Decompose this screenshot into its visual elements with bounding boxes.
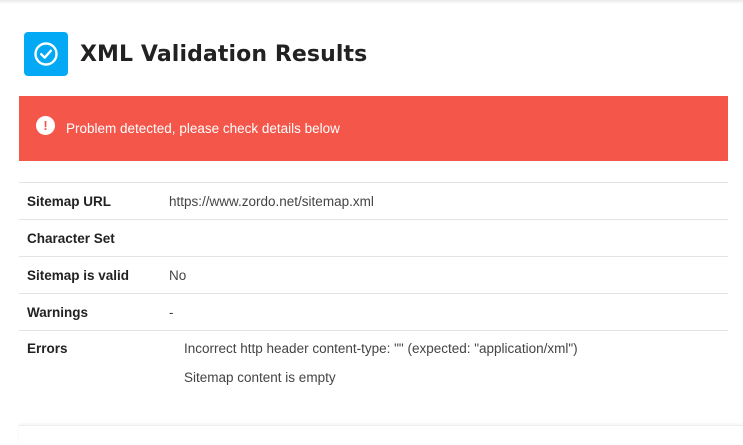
table-row: Character Set xyxy=(19,219,728,257)
table-row: Errors Incorrect http header content-typ… xyxy=(19,330,728,401)
errors-label: Errors xyxy=(19,330,169,401)
error-item: Sitemap content is empty xyxy=(184,370,336,385)
results-table: Sitemap URL https://www.zordo.net/sitema… xyxy=(19,182,728,401)
table-row: Sitemap is valid No xyxy=(19,256,728,294)
table-row: Sitemap URL https://www.zordo.net/sitema… xyxy=(19,182,728,220)
sitemap-valid-label: Sitemap is valid xyxy=(19,256,169,294)
top-shadow xyxy=(0,0,743,4)
sitemap-url-label: Sitemap URL xyxy=(19,182,169,220)
warnings-value: - xyxy=(169,293,728,331)
errors-value: Incorrect http header content-type: "" (… xyxy=(169,330,728,401)
character-set-label: Character Set xyxy=(19,219,169,257)
error-list: Incorrect http header content-type: "" (… xyxy=(169,341,728,399)
next-card-edge xyxy=(19,425,743,445)
sitemap-valid-value: No xyxy=(169,256,728,294)
table-row: Warnings - xyxy=(19,293,728,331)
error-item: Incorrect http header content-type: "" (… xyxy=(184,341,578,356)
exclamation-icon: ! xyxy=(36,116,55,135)
page-title: XML Validation Results xyxy=(80,41,368,67)
page-header: XML Validation Results xyxy=(24,32,367,76)
character-set-value xyxy=(169,219,728,257)
check-circle-icon xyxy=(24,32,68,76)
sitemap-url-value: https://www.zordo.net/sitemap.xml xyxy=(169,182,728,220)
error-alert: ! Problem detected, please check details… xyxy=(19,96,728,161)
alert-message: Problem detected, please check details b… xyxy=(66,121,340,136)
warnings-label: Warnings xyxy=(19,293,169,331)
